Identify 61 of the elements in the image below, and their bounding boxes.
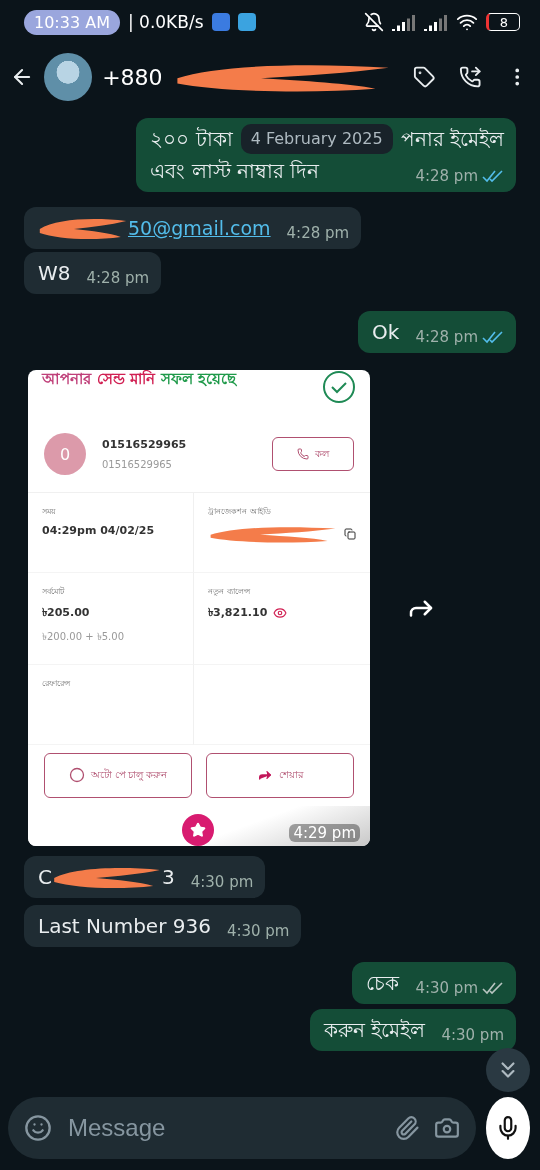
receipt-title: সেন্ড মানি	[97, 370, 156, 390]
contact-number: 01516529965	[102, 459, 173, 471]
receipt-screenshot[interactable]: আপনার সেন্ড মানি সফল হয়েছে 0 01516529965 01516529965 কল সময় 04:29pm 04/02/25 ট্রানজেকশন আইডি সর্বমোট ৳205.00 ৳200.00 + ৳5.00 নতুন ব্যালেন্স ৳3,821.10 রেফারেন্স অটো পে চালু করুন শেয়ার 4:29 pm	[28, 370, 370, 846]
signal-icon	[424, 13, 448, 31]
message-text: ২০০ টাকা	[150, 126, 233, 153]
field-label: রেফারেন্স	[42, 677, 71, 690]
date-chip: 4 February 2025	[240, 124, 393, 154]
message-text: W8	[38, 260, 71, 287]
signal-icon	[392, 13, 416, 31]
copy-icon[interactable]	[344, 527, 356, 540]
network-speed: | 0.0KB/s	[127, 12, 204, 32]
message-time: 4:28 pm	[415, 327, 478, 348]
message-time: 4:30 pm	[415, 978, 478, 999]
field-value: ৳3,821.10	[208, 604, 268, 621]
message-text: পনার ইমেইল	[400, 126, 504, 153]
contact-name: 01516529965	[102, 438, 187, 452]
message-text: চেক	[366, 970, 400, 997]
message-text: Ok	[372, 319, 400, 346]
check-circle-icon	[322, 370, 356, 404]
message-text: এবং লাস্ট নাম্বার দিন	[150, 158, 320, 185]
contact-avatar[interactable]	[44, 53, 93, 101]
call-button[interactable]: কল	[272, 437, 354, 472]
receipt-title: সফল হয়েছে	[161, 370, 237, 390]
receipt-title: আপনার	[42, 370, 91, 390]
message-time: 4:29 pm	[289, 824, 360, 842]
mute-icon	[364, 12, 384, 32]
message-time: 4:30 pm	[441, 1025, 504, 1046]
email-link[interactable]: 50@gmail.com	[128, 212, 271, 244]
message-time: 4:28 pm	[86, 268, 150, 289]
eye-icon[interactable]	[273, 606, 288, 621]
message-time: 4:30 pm	[190, 872, 254, 893]
message-time: 4:28 pm	[286, 223, 350, 244]
message-field[interactable]: Message	[8, 1097, 476, 1159]
scroll-down-button[interactable]	[486, 1048, 530, 1092]
field-label: সময়	[42, 505, 57, 518]
field-label: নতুন ব্যালেন্স	[208, 585, 251, 598]
field-label: সর্বমোট	[42, 585, 66, 598]
add-call-icon[interactable]	[459, 64, 482, 90]
message-text: 3	[161, 864, 175, 891]
attach-icon[interactable]	[394, 1115, 420, 1141]
clock: 10:33 AM	[24, 9, 120, 35]
phone-icon	[297, 448, 309, 461]
battery-icon: 8	[486, 13, 520, 31]
field-label: ট্রানজেকশন আইডি	[208, 505, 272, 518]
message-time: 4:30 pm	[226, 921, 290, 942]
sticker-icon[interactable]	[24, 1114, 52, 1142]
contact-avatar: 0	[44, 433, 86, 476]
mic-button[interactable]	[486, 1097, 530, 1159]
autopay-button[interactable]: অটো পে চালু করুন	[44, 752, 192, 798]
message-text: Last Number 936	[38, 913, 211, 940]
field-value: 04:29pm 04/02/25	[42, 523, 156, 537]
field-subvalue: ৳200.00 + ৳5.00	[42, 629, 125, 644]
camera-icon[interactable]	[434, 1115, 460, 1141]
message-time: 4:28 pm	[415, 166, 478, 187]
message-text: করুন ইমেইল	[324, 1017, 426, 1044]
field-value: ৳205.00	[42, 604, 91, 621]
contact-name[interactable]: +880	[102, 64, 163, 90]
label-icon[interactable]	[412, 64, 436, 90]
message-input[interactable]: Message	[66, 1113, 380, 1143]
message-text: C	[38, 864, 52, 891]
share-button[interactable]: শেয়ার	[206, 752, 354, 798]
